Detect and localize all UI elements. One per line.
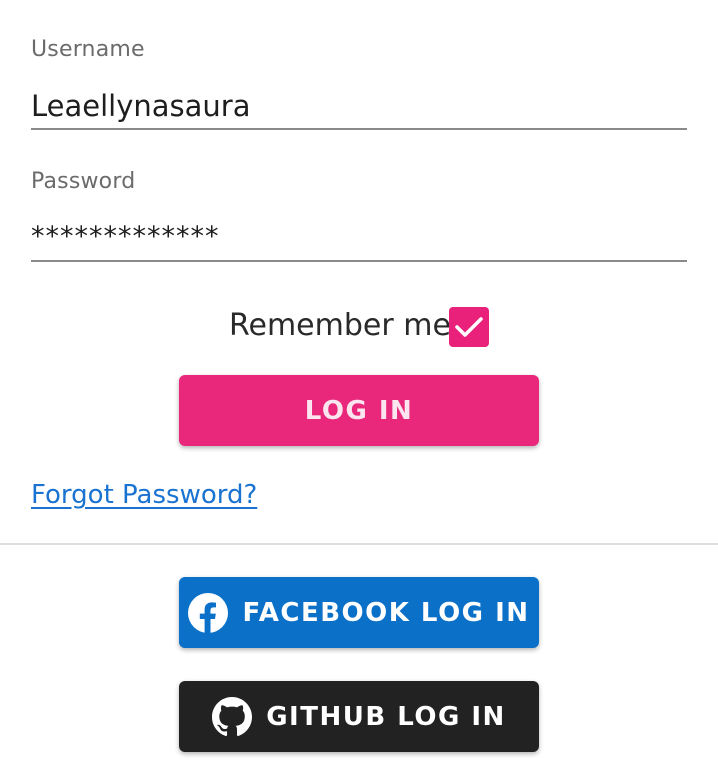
remember-me-label: Remember me [229, 308, 451, 343]
forgot-password-link[interactable]: Forgot Password? [31, 480, 257, 510]
username-label: Username [31, 37, 145, 62]
checkmark-icon [455, 317, 483, 337]
github-login-button[interactable]: GITHUB LOG IN [179, 681, 539, 752]
login-button-label: LOG IN [304, 395, 414, 426]
facebook-login-button[interactable]: FACEBOOK LOG IN [179, 577, 539, 648]
username-input[interactable] [31, 84, 687, 130]
login-button[interactable]: LOG IN [179, 375, 539, 446]
github-icon [212, 696, 253, 737]
remember-me-checkbox[interactable] [449, 307, 489, 347]
github-button-label: GITHUB LOG IN [266, 701, 506, 732]
remember-me-row: Remember me [0, 306, 718, 348]
password-input[interactable] [31, 213, 687, 262]
login-page: Username Password Remember me LOG IN For… [0, 0, 718, 784]
password-label: Password [31, 169, 136, 194]
facebook-button-label: FACEBOOK LOG IN [242, 597, 530, 628]
divider [0, 543, 718, 545]
facebook-icon [188, 592, 229, 633]
